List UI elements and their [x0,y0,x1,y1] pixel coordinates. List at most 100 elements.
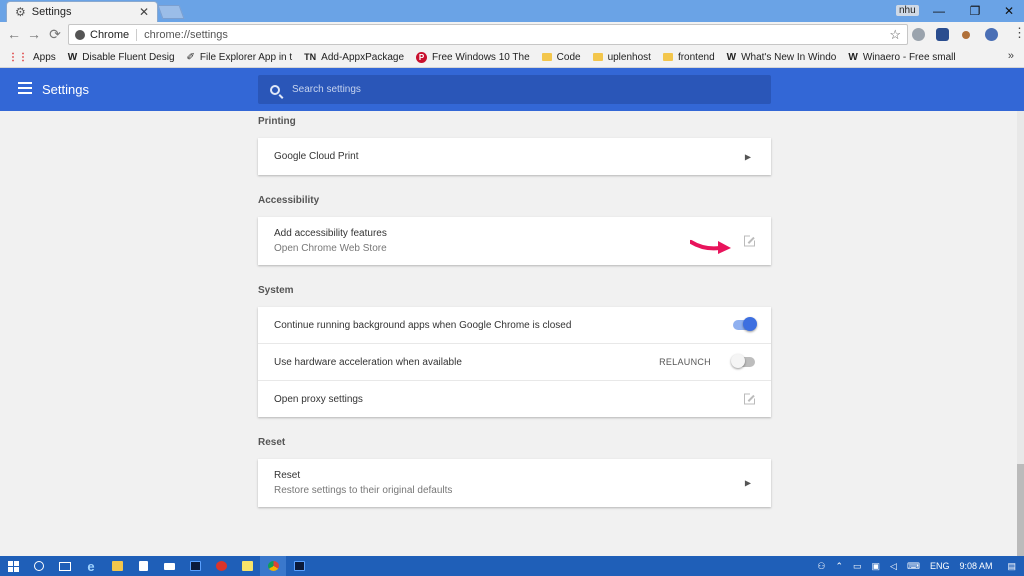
tn-icon: TN [304,52,317,62]
bookmark-label: Winaero - Free small [862,51,956,63]
address-bar[interactable]: Chrome chrome://settings ☆ [68,24,908,45]
edge-icon[interactable]: e [78,556,104,576]
forward-button[interactable]: → [26,26,42,42]
background-apps-label: Continue running background apps when Go… [274,319,572,331]
action-center-icon[interactable]: ▤ [1007,561,1016,572]
file-explorer-icon[interactable] [104,556,130,576]
reset-row[interactable]: Reset Restore settings to their original… [258,459,771,507]
proxy-settings-row[interactable]: Open proxy settings [258,381,771,417]
new-tab-button[interactable] [157,5,185,19]
browser-toolbar: ← → ⟳ Chrome chrome://settings ☆ ⋮ [0,22,1024,47]
bookmark-folder[interactable]: uplenhost [592,51,651,63]
google-cloud-print-row[interactable]: Google Cloud Print ▶ [258,138,771,175]
maximize-button[interactable]: ❐ [958,0,992,22]
page-scrollbar[interactable] [1017,111,1024,556]
winaero-icon: W [67,51,78,63]
reload-button[interactable]: ⟳ [47,26,63,43]
volume-icon[interactable]: ◁ [890,561,897,572]
bookmark-label: Code [556,51,581,63]
bookmark-item[interactable]: W Disable Fluent Desig [68,52,175,63]
extension-icon[interactable] [985,28,998,41]
section-title-reset: Reset [258,437,286,448]
folder-icon [592,53,603,61]
bookmark-label: What's New In Windo [741,51,837,63]
folder-icon [662,53,673,61]
keyboard-icon[interactable]: ⌨ [907,561,920,572]
bookmark-label: frontend [677,51,715,63]
extension-icon[interactable] [912,28,925,41]
bookmark-folder[interactable]: Code [541,51,581,63]
photoshop-icon[interactable] [182,556,208,576]
settings-header: Settings Search settings [0,68,1024,111]
people-icon[interactable]: ⚇ [817,561,825,572]
mail-icon[interactable] [156,556,182,576]
chrome-taskbar-icon[interactable] [260,556,286,576]
bookmark-label: Free Windows 10 The [432,51,530,63]
bookmark-label: Apps [33,51,56,63]
bookmark-label: uplenhost [607,51,651,63]
bookmark-item[interactable]: W What's New In Windo [727,52,837,63]
photoshop-icon[interactable] [286,556,312,576]
sticky-notes-icon[interactable] [234,556,260,576]
tab-settings[interactable]: ⚙ Settings ✕ [6,1,158,22]
search-placeholder: Search settings [292,84,361,95]
back-button[interactable]: ← [6,26,22,42]
background-apps-toggle[interactable] [733,317,757,331]
app-icon[interactable] [208,556,234,576]
relaunch-button[interactable]: RELAUNCH [659,357,711,367]
battery-icon[interactable]: ▭ [853,561,862,572]
profile-badge[interactable]: nhu [896,5,919,16]
windows-taskbar: e ⚇ ⌃ ▭ ▣ ◁ ⌨ ENG 9:08 AM ▤ [0,556,1024,576]
cortana-icon[interactable] [26,556,52,576]
bookmark-apps[interactable]: ⋮⋮ Apps [8,52,56,63]
hardware-acceleration-row[interactable]: Use hardware acceleration when available… [258,344,771,381]
chrome-icon [75,29,85,40]
close-window-button[interactable]: ✕ [992,0,1024,22]
system-card: Continue running background apps when Go… [258,307,771,417]
language-indicator[interactable]: ENG [930,561,950,571]
gear-icon: ⚙ [15,5,26,19]
hamburger-menu-icon[interactable] [18,82,32,94]
reset-sublabel: Restore settings to their original defau… [274,485,453,496]
chevron-up-icon[interactable]: ⌃ [835,561,843,572]
winaero-icon: W [726,51,737,63]
bookmark-item[interactable]: W Winaero - Free small [848,52,955,63]
bookmark-folder[interactable]: frontend [662,51,715,63]
bookmarks-overflow-button[interactable]: » [1008,50,1014,62]
chevron-right-icon: ▶ [744,152,751,161]
tab-close-icon[interactable]: ✕ [139,5,149,19]
minimize-button[interactable]: — [922,0,956,22]
reset-card: Reset Restore settings to their original… [258,459,771,507]
bookmark-item[interactable]: TN Add-AppxPackage [304,52,404,63]
pinterest-icon: P [416,51,428,63]
apps-grid-icon: ⋮⋮ [8,51,28,63]
start-button[interactable] [0,556,26,576]
clock[interactable]: 9:08 AM [959,561,992,571]
site-chip: Chrome [90,28,138,41]
network-icon[interactable]: ▣ [872,561,881,572]
section-title-printing: Printing [258,116,296,127]
winaero-icon: W [848,51,858,63]
bookmark-item[interactable]: ✐ File Explorer App in t [187,52,293,63]
google-cloud-print-label: Google Cloud Print [274,151,359,162]
bookmark-label: Add-AppxPackage [321,51,405,63]
bookmarks-bar: ⋮⋮ Apps W Disable Fluent Desig ✐ File Ex… [0,47,1024,68]
system-tray: ⚇ ⌃ ▭ ▣ ◁ ⌨ ENG 9:08 AM ▤ [812,556,1024,576]
task-view-icon[interactable] [52,556,78,576]
search-settings-input[interactable]: Search settings [258,75,771,104]
scrollbar-thumb[interactable] [1017,464,1024,556]
store-icon[interactable] [130,556,156,576]
bookmark-star-icon[interactable]: ☆ [889,27,901,43]
url-text[interactable]: chrome://settings [144,29,228,41]
extension-icon[interactable] [962,31,970,39]
printing-card: Google Cloud Print ▶ [258,138,771,175]
extension-icon[interactable] [936,28,949,41]
folder-icon [541,53,552,61]
menu-icon[interactable]: ⋮ [1013,25,1024,41]
section-title-accessibility: Accessibility [258,195,320,206]
tab-strip: ⚙ Settings ✕ nhu — ❐ ✕ [0,0,1024,22]
background-apps-row[interactable]: Continue running background apps when Go… [258,307,771,344]
bookmark-item[interactable]: P Free Windows 10 The [416,51,530,63]
hardware-acceleration-toggle[interactable] [731,354,755,368]
add-accessibility-sublabel: Open Chrome Web Store [274,243,387,254]
